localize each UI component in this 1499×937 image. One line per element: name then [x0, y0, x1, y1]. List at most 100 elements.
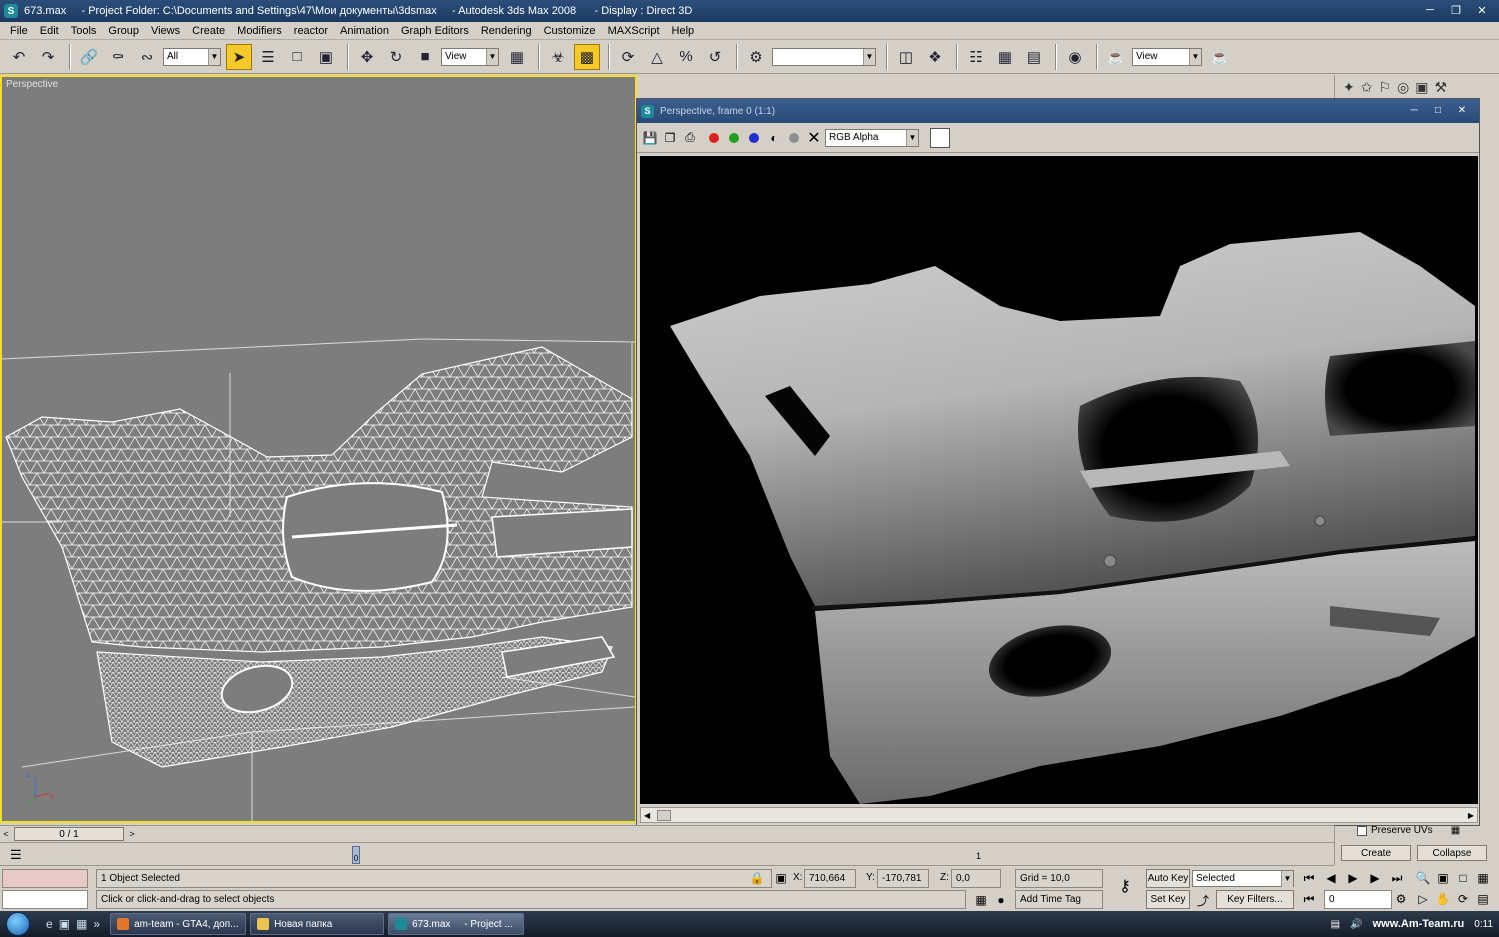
scroll-thumb[interactable]	[657, 810, 671, 821]
task-folder[interactable]: Новая папка	[250, 913, 385, 935]
track-bar[interactable]: ☰ 0 1	[0, 842, 1334, 866]
network-icon[interactable]: ▤	[1331, 919, 1340, 930]
quick-render-teapot-icon[interactable]: ☕	[1207, 44, 1233, 70]
display-tab-icon[interactable]: ▣	[1415, 79, 1428, 96]
manipulate-icon[interactable]: ☣	[545, 44, 571, 70]
perspective-viewport[interactable]: Perspective z x	[0, 75, 637, 823]
select-and-rotate-icon[interactable]: ↻	[383, 44, 409, 70]
render-horizontal-scrollbar[interactable]: ◀ ▶	[640, 807, 1478, 823]
menu-animation[interactable]: Animation	[334, 25, 395, 37]
current-frame-field[interactable]: 0	[1324, 890, 1392, 909]
pivot-center-icon[interactable]: ▦	[504, 44, 530, 70]
select-object-icon[interactable]: ➤	[226, 43, 252, 70]
selection-filter-dropdown[interactable]: All ▼	[163, 47, 221, 66]
set-key-icon[interactable]: ⚷	[1112, 877, 1138, 895]
auto-key-button[interactable]: Auto Key	[1146, 869, 1190, 888]
key-mode-dropdown[interactable]: Selected ▼	[1192, 870, 1294, 887]
undo-icon[interactable]: ↶	[6, 44, 32, 70]
set-key-button[interactable]: Set Key	[1146, 890, 1190, 909]
monochrome-icon[interactable]	[785, 129, 803, 147]
minimize-button[interactable]: ─	[1419, 2, 1441, 18]
alpha-channel-icon[interactable]: ◐	[765, 129, 783, 147]
key-tangent-icon[interactable]: ⤴	[1194, 891, 1212, 909]
close-button[interactable]: ✕	[1471, 2, 1493, 18]
percent-snap-icon[interactable]: %	[673, 44, 699, 70]
time-slider-thumb[interactable]: 0 / 1	[14, 827, 124, 841]
time-slider-prev-button[interactable]: <	[0, 827, 12, 841]
switch-windows-icon[interactable]: ▦	[76, 917, 87, 931]
previous-frame-icon[interactable]: ◀	[1322, 869, 1340, 887]
zoom-icon[interactable]: 🔍	[1414, 869, 1432, 887]
render-maximize-button[interactable]: □	[1427, 102, 1449, 118]
zoom-extents-all-icon[interactable]: ▦	[1474, 869, 1492, 887]
volume-icon[interactable]: 🔊	[1350, 919, 1362, 930]
render-minimize-button[interactable]: ─	[1403, 102, 1425, 118]
menu-modifiers[interactable]: Modifiers	[231, 25, 288, 37]
menu-tools[interactable]: Tools	[65, 25, 103, 37]
key-mode-toggle-icon[interactable]: ⏮	[1300, 890, 1318, 908]
red-channel-toggle[interactable]	[705, 129, 723, 147]
arc-rotate-icon[interactable]: ⟳	[1454, 890, 1472, 908]
named-selection-dropdown[interactable]: ▼	[772, 47, 876, 66]
menu-help[interactable]: Help	[666, 25, 701, 37]
render-setup-icon[interactable]: ☕	[1103, 44, 1129, 70]
channel-dropdown[interactable]: RGB Alpha ▼	[825, 128, 919, 147]
adaptive-degradation-icon[interactable]: ▦	[972, 891, 990, 909]
spinner-snap-icon[interactable]: ↺	[702, 44, 728, 70]
restore-button[interactable]: ❐	[1445, 2, 1467, 18]
selection-lock-icon[interactable]: 🔒	[748, 869, 766, 887]
render-window-titlebar[interactable]: S Perspective, frame 0 (1:1) ─ □ ✕	[637, 99, 1479, 123]
scroll-left-arrow-icon[interactable]: ◀	[644, 811, 650, 820]
menu-edit[interactable]: Edit	[34, 25, 65, 37]
ref-coord-dropdown[interactable]: View ▼	[441, 47, 499, 66]
play-icon[interactable]: ▶	[1344, 869, 1362, 887]
motion-tab-icon[interactable]: ◎	[1397, 79, 1409, 96]
clone-window-icon[interactable]: ❐	[661, 129, 679, 147]
time-slider-next-button[interactable]: >	[126, 827, 138, 841]
modify-tab-icon[interactable]: ✩	[1361, 79, 1373, 96]
preserve-uvs-checkbox[interactable]	[1357, 825, 1367, 836]
go-to-end-icon[interactable]: ⏭	[1388, 869, 1406, 887]
key-filters-button[interactable]: Key Filters...	[1216, 890, 1294, 909]
preserve-uvs-settings-icon[interactable]: ▦	[1451, 825, 1460, 836]
mirror-icon[interactable]: ◫	[893, 44, 919, 70]
align-icon[interactable]: ❖	[922, 44, 948, 70]
material-editor-icon[interactable]: ◉	[1062, 44, 1088, 70]
menu-group[interactable]: Group	[102, 25, 145, 37]
hierarchy-tab-icon[interactable]: ⚐	[1378, 79, 1391, 96]
x-coordinate-field[interactable]: 710,664	[804, 869, 856, 888]
render-viewport-dropdown[interactable]: View ▼	[1132, 47, 1202, 66]
task-firefox[interactable]: am-team - GTA4, доп...	[110, 913, 247, 935]
collapse-button[interactable]: Collapse	[1417, 845, 1487, 861]
time-tag-icon[interactable]: ●	[992, 891, 1010, 909]
blue-channel-toggle[interactable]	[745, 129, 763, 147]
quicklaunch-chevron-icon[interactable]: »	[93, 917, 100, 931]
menu-reactor[interactable]: reactor	[288, 25, 334, 37]
select-by-name-icon[interactable]: ☰	[255, 44, 281, 70]
render-close-button[interactable]: ✕	[1451, 102, 1473, 118]
menu-file[interactable]: File	[4, 25, 34, 37]
select-and-link-icon[interactable]: 🔗	[76, 44, 102, 70]
absolute-mode-icon[interactable]: ▣	[772, 869, 790, 887]
menu-create[interactable]: Create	[186, 25, 231, 37]
create-tab-icon[interactable]: ✦	[1343, 79, 1355, 96]
menu-rendering[interactable]: Rendering	[475, 25, 538, 37]
clock[interactable]: 0:11	[1474, 919, 1493, 930]
unlink-icon[interactable]: ⚰	[105, 44, 131, 70]
scroll-right-arrow-icon[interactable]: ▶	[1468, 811, 1474, 820]
start-button[interactable]	[0, 911, 36, 937]
rectangular-selection-icon[interactable]: □	[284, 44, 310, 70]
bind-to-space-warp-icon[interactable]: ∾	[134, 44, 160, 70]
internet-explorer-icon[interactable]: e	[46, 917, 53, 931]
pan-hand-icon[interactable]: ✋	[1434, 890, 1452, 908]
maximize-viewport-icon[interactable]: ▤	[1474, 890, 1492, 908]
angle-snap-icon[interactable]: △	[644, 44, 670, 70]
select-and-scale-icon[interactable]: ■	[412, 44, 438, 70]
create-button[interactable]: Create	[1341, 845, 1411, 861]
menu-views[interactable]: Views	[145, 25, 186, 37]
trackbar-current-frame[interactable]: 0	[352, 846, 360, 864]
utilities-tab-icon[interactable]: ⚒	[1434, 79, 1447, 96]
layer-manager-icon[interactable]: ☷	[963, 44, 989, 70]
next-frame-icon[interactable]: ▶	[1366, 869, 1384, 887]
schematic-view-icon[interactable]: ▤	[1021, 44, 1047, 70]
